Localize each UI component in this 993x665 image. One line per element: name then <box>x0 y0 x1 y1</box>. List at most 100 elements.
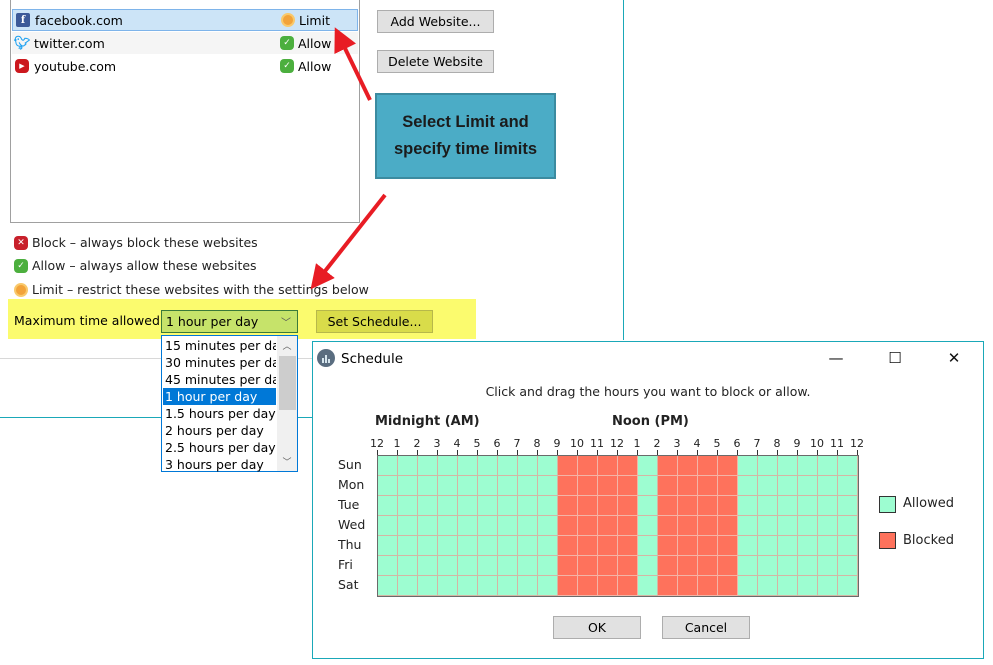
hour-cell-allowed[interactable] <box>758 476 778 496</box>
hour-cell-allowed[interactable] <box>498 476 518 496</box>
dropdown-option[interactable]: 45 minutes per day <box>163 371 276 388</box>
hour-cell-allowed[interactable] <box>778 576 798 596</box>
hour-cell-blocked[interactable] <box>658 536 678 556</box>
website-status[interactable]: ✓ Allow <box>280 36 331 51</box>
hour-cell-blocked[interactable] <box>578 556 598 576</box>
hour-cell-blocked[interactable] <box>618 516 638 536</box>
hour-cell-blocked[interactable] <box>558 476 578 496</box>
hour-cell-allowed[interactable] <box>438 456 458 476</box>
hour-cell-allowed[interactable] <box>638 476 658 496</box>
hour-cell-allowed[interactable] <box>518 536 538 556</box>
hour-cell-blocked[interactable] <box>718 496 738 516</box>
hour-cell-blocked[interactable] <box>718 576 738 596</box>
hour-cell-allowed[interactable] <box>438 576 458 596</box>
dropdown-option[interactable]: 2 hours per day <box>163 422 276 439</box>
hour-cell-blocked[interactable] <box>658 556 678 576</box>
hour-cell-allowed[interactable] <box>758 556 778 576</box>
hour-cell-blocked[interactable] <box>718 556 738 576</box>
hour-cell-blocked[interactable] <box>678 456 698 476</box>
hour-cell-blocked[interactable] <box>558 516 578 536</box>
hour-cell-blocked[interactable] <box>698 516 718 536</box>
hour-cell-allowed[interactable] <box>498 496 518 516</box>
hour-cell-allowed[interactable] <box>738 576 758 596</box>
hour-cell-allowed[interactable] <box>518 496 538 516</box>
hour-cell-blocked[interactable] <box>578 516 598 536</box>
hour-cell-blocked[interactable] <box>558 576 578 596</box>
hour-cell-allowed[interactable] <box>458 516 478 536</box>
max-time-combobox[interactable]: 1 hour per day ﹀ <box>161 310 298 333</box>
hour-cell-blocked[interactable] <box>698 456 718 476</box>
hour-cell-blocked[interactable] <box>678 576 698 596</box>
hour-cell-blocked[interactable] <box>618 456 638 476</box>
hour-cell-allowed[interactable] <box>418 496 438 516</box>
hour-cell-allowed[interactable] <box>818 536 838 556</box>
hour-cell-blocked[interactable] <box>598 536 618 556</box>
hour-cell-allowed[interactable] <box>758 536 778 556</box>
hour-cell-allowed[interactable] <box>818 456 838 476</box>
hour-cell-blocked[interactable] <box>698 476 718 496</box>
hour-cell-allowed[interactable] <box>778 496 798 516</box>
hour-cell-allowed[interactable] <box>738 476 758 496</box>
hour-cell-allowed[interactable] <box>518 476 538 496</box>
hour-cell-blocked[interactable] <box>658 476 678 496</box>
hour-cell-allowed[interactable] <box>798 496 818 516</box>
dropdown-option[interactable]: 3 hours per day <box>163 456 276 473</box>
hour-cell-blocked[interactable] <box>698 556 718 576</box>
dropdown-option[interactable]: 15 minutes per day <box>163 337 276 354</box>
hour-cell-allowed[interactable] <box>798 456 818 476</box>
hour-cell-blocked[interactable] <box>618 496 638 516</box>
hour-cell-allowed[interactable] <box>398 456 418 476</box>
hour-cell-allowed[interactable] <box>418 556 438 576</box>
hour-cell-allowed[interactable] <box>498 576 518 596</box>
hour-cell-blocked[interactable] <box>618 476 638 496</box>
hour-cell-allowed[interactable] <box>738 496 758 516</box>
hour-cell-allowed[interactable] <box>838 536 858 556</box>
hour-cell-allowed[interactable] <box>638 576 658 596</box>
minimize-icon[interactable]: — <box>821 346 851 370</box>
hour-cell-blocked[interactable] <box>598 456 618 476</box>
hour-cell-allowed[interactable] <box>498 516 518 536</box>
hour-cell-allowed[interactable] <box>398 576 418 596</box>
hour-cell-blocked[interactable] <box>618 556 638 576</box>
hour-cell-blocked[interactable] <box>658 516 678 536</box>
hour-cell-allowed[interactable] <box>458 476 478 496</box>
hour-cell-allowed[interactable] <box>378 496 398 516</box>
ok-button[interactable]: OK <box>553 616 641 639</box>
hour-cell-allowed[interactable] <box>398 476 418 496</box>
hour-cell-allowed[interactable] <box>378 456 398 476</box>
cancel-button[interactable]: Cancel <box>662 616 750 639</box>
website-list[interactable]: f facebook.com Limit 🐦︎ twitter.com ✓ Al… <box>10 0 360 223</box>
hour-cell-allowed[interactable] <box>438 556 458 576</box>
hour-cell-allowed[interactable] <box>758 516 778 536</box>
hour-cell-allowed[interactable] <box>458 576 478 596</box>
hour-cell-allowed[interactable] <box>478 456 498 476</box>
hour-cell-blocked[interactable] <box>678 556 698 576</box>
website-status[interactable]: Limit <box>281 13 330 28</box>
hour-cell-allowed[interactable] <box>538 476 558 496</box>
hour-cell-blocked[interactable] <box>558 496 578 516</box>
hour-cell-allowed[interactable] <box>478 496 498 516</box>
hour-cell-allowed[interactable] <box>738 516 758 536</box>
hour-cell-allowed[interactable] <box>818 556 838 576</box>
hour-cell-allowed[interactable] <box>398 516 418 536</box>
dropdown-option[interactable]: 30 minutes per day <box>163 354 276 371</box>
hour-cell-blocked[interactable] <box>578 456 598 476</box>
hour-cell-allowed[interactable] <box>478 556 498 576</box>
max-time-dropdown-list[interactable]: 15 minutes per day 30 minutes per day 45 m… <box>161 335 298 472</box>
hour-cell-blocked[interactable] <box>618 536 638 556</box>
schedule-grid[interactable] <box>377 455 859 597</box>
hour-cell-allowed[interactable] <box>798 536 818 556</box>
hour-cell-blocked[interactable] <box>558 456 578 476</box>
website-row-youtube[interactable]: ▶ youtube.com ✓ Allow <box>12 55 358 77</box>
hour-cell-blocked[interactable] <box>578 576 598 596</box>
hour-cell-blocked[interactable] <box>658 496 678 516</box>
hour-cell-allowed[interactable] <box>838 476 858 496</box>
hour-cell-allowed[interactable] <box>838 496 858 516</box>
hour-cell-allowed[interactable] <box>538 536 558 556</box>
hour-cell-allowed[interactable] <box>638 496 658 516</box>
hour-cell-allowed[interactable] <box>418 456 438 476</box>
hour-cell-allowed[interactable] <box>378 576 398 596</box>
hour-cell-allowed[interactable] <box>778 476 798 496</box>
hour-cell-allowed[interactable] <box>778 536 798 556</box>
hour-cell-blocked[interactable] <box>678 516 698 536</box>
